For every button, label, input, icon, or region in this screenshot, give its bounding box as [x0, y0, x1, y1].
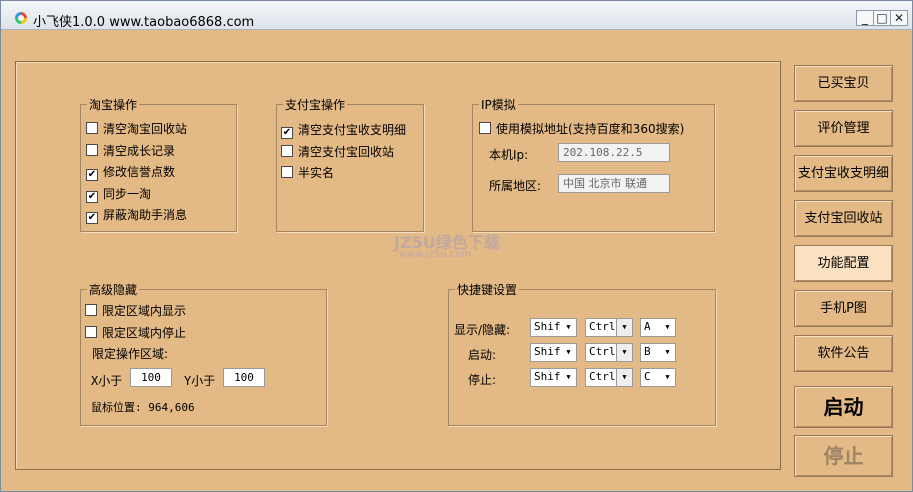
taobao-option-label: 清空淘宝回收站: [103, 122, 188, 136]
y-less-label: Y小于: [184, 374, 216, 388]
maximize-button[interactable]: □: [873, 10, 891, 26]
hotkey-row-label: 显示/隐藏:: [454, 323, 511, 337]
checkbox-box: [86, 122, 98, 134]
hotkey-key-select-value: B: [644, 345, 651, 358]
hotkey-modifier2-select-value: Ctrl: [589, 370, 616, 383]
taobao-group-title: 淘宝操作: [87, 96, 140, 113]
hotkey-modifier2-select[interactable]: Ctrl ▼: [585, 318, 633, 337]
ip-group-title: IP模拟: [479, 96, 518, 113]
hotkey-modifier1-select-value: Shif: [534, 370, 561, 383]
checkbox-box: [85, 304, 97, 316]
dropdown-arrow-icon: ▼: [665, 323, 670, 331]
hide-group-title: 高级隐藏: [87, 281, 140, 298]
hotkey-key-select[interactable]: A ▼: [640, 318, 676, 337]
sidebar-button[interactable]: 手机P图: [794, 290, 893, 327]
dropdown-arrow-icon: ▼: [616, 369, 632, 386]
hide-option-label: 限定区域内停止: [102, 325, 187, 340]
hotkey-modifier1-select[interactable]: Shif ▼: [530, 318, 577, 337]
taobao-option-checkbox[interactable]: ✔ 屏蔽淘助手消息: [86, 206, 187, 224]
alipay-option-label: 半实名: [298, 166, 335, 180]
local-ip-field[interactable]: 202.108.22.5: [558, 143, 670, 162]
hide-option-checkbox[interactable]: 限定区域内停止: [85, 324, 186, 341]
hotkey-key-select-value: C: [644, 370, 651, 383]
dropdown-arrow-icon: ▼: [566, 323, 571, 331]
dropdown-arrow-icon: ▼: [566, 373, 571, 381]
hotkey-modifier1-select-value: Shif: [534, 320, 561, 333]
stop-button[interactable]: 停止: [794, 435, 893, 477]
app-logo-icon: [15, 12, 27, 24]
dropdown-arrow-icon: ▼: [566, 348, 571, 356]
title-bar: 小飞侠1.0.0 www.taobao6868.com _ □ ✕: [1, 1, 912, 30]
hotkey-modifier2-select-value: Ctrl: [589, 320, 616, 333]
area-label: 限定操作区域:: [92, 347, 169, 361]
minimize-button[interactable]: _: [856, 10, 874, 26]
close-button[interactable]: ✕: [890, 10, 908, 26]
alipay-option-label: 清空支付宝回收站: [298, 144, 395, 159]
hotkey-group-title: 快捷键设置: [455, 281, 520, 298]
checkbox-box: [86, 143, 98, 156]
taobao-option-checkbox[interactable]: 清空淘宝回收站: [86, 120, 187, 137]
window-title: 小飞侠1.0.0 www.taobao6868.com: [33, 15, 255, 30]
sidebar-button[interactable]: 软件公告: [794, 335, 893, 372]
sidebar-button[interactable]: 评价管理: [794, 110, 893, 147]
checkbox-checked-icon: ✔: [86, 169, 98, 181]
dropdown-arrow-icon: ▼: [665, 373, 670, 381]
alipay-option-checkbox[interactable]: 半实名: [281, 164, 334, 181]
app-window: 小飞侠1.0.0 www.taobao6868.com _ □ ✕ 淘宝操作 清…: [0, 0, 913, 492]
hotkey-modifier2-select-value: Ctrl: [589, 345, 616, 358]
hotkey-modifier1-select-value: Shif: [534, 345, 561, 358]
watermark-url: www.jz5u.com: [399, 249, 472, 260]
hotkey-key-select[interactable]: C ▼: [640, 368, 676, 387]
hotkey-modifier2-select[interactable]: Ctrl ▼: [585, 368, 633, 387]
checkbox-box: [85, 325, 97, 338]
checkbox-checked-icon: ✔: [86, 190, 98, 203]
hide-option-checkbox[interactable]: 限定区域内显示: [85, 302, 186, 319]
taobao-option-checkbox[interactable]: ✔ 修改信誉点数: [86, 163, 175, 181]
hotkey-row-label: 停止:: [468, 373, 497, 387]
x-less-label: X小于: [91, 374, 123, 388]
start-button[interactable]: 启动: [794, 386, 893, 428]
mouse-position-text: 鼠标位置: 964,606: [91, 401, 195, 414]
dropdown-arrow-icon: ▼: [616, 319, 632, 336]
checkbox-box: [479, 122, 491, 134]
taobao-option-checkbox[interactable]: 清空成长记录: [86, 142, 175, 159]
taobao-option-label: 同步一淘: [103, 186, 152, 201]
region-label: 所属地区:: [489, 179, 542, 193]
taobao-option-checkbox[interactable]: ✔ 同步一淘: [86, 185, 151, 203]
hotkey-modifier1-select[interactable]: Shif ▼: [530, 368, 577, 387]
alipay-group-title: 支付宝操作: [283, 96, 348, 113]
hotkey-row-label: 启动:: [468, 348, 497, 362]
hotkey-key-select-value: A: [644, 320, 651, 333]
region-field[interactable]: 中国 北京市 联通: [558, 174, 670, 193]
use-sim-address-checkbox[interactable]: 使用模拟地址(支持百度和360搜索): [479, 120, 684, 137]
dropdown-arrow-icon: ▼: [616, 344, 632, 361]
taobao-option-label: 修改信誉点数: [103, 165, 176, 179]
sidebar-button[interactable]: 支付宝收支明细: [794, 155, 893, 192]
taobao-option-label: 清空成长记录: [103, 143, 176, 158]
dropdown-arrow-icon: ▼: [665, 348, 670, 356]
checkbox-checked-icon: ✔: [86, 212, 98, 224]
local-ip-label: 本机Ip:: [489, 148, 529, 162]
alipay-option-label: 清空支付宝收支明细: [298, 123, 407, 137]
checkbox-checked-icon: ✔: [281, 127, 293, 139]
hide-option-label: 限定区域内显示: [102, 304, 187, 318]
sidebar-button[interactable]: 功能配置: [794, 245, 893, 282]
y-limit-input[interactable]: 100: [223, 368, 265, 387]
hotkey-modifier1-select[interactable]: Shif ▼: [530, 343, 577, 362]
sidebar-button[interactable]: 已买宝贝: [794, 65, 893, 102]
use-sim-address-label: 使用模拟地址(支持百度和360搜索): [496, 122, 685, 136]
checkbox-box: [281, 144, 293, 157]
checkbox-box: [281, 166, 293, 178]
x-limit-input[interactable]: 100: [130, 368, 172, 387]
alipay-option-checkbox[interactable]: ✔ 清空支付宝收支明细: [281, 121, 406, 139]
hotkey-modifier2-select[interactable]: Ctrl ▼: [585, 343, 633, 362]
hotkey-key-select[interactable]: B ▼: [640, 343, 676, 362]
taobao-option-label: 屏蔽淘助手消息: [103, 208, 188, 222]
alipay-option-checkbox[interactable]: 清空支付宝回收站: [281, 143, 394, 160]
sidebar-button[interactable]: 支付宝回收站: [794, 200, 893, 237]
